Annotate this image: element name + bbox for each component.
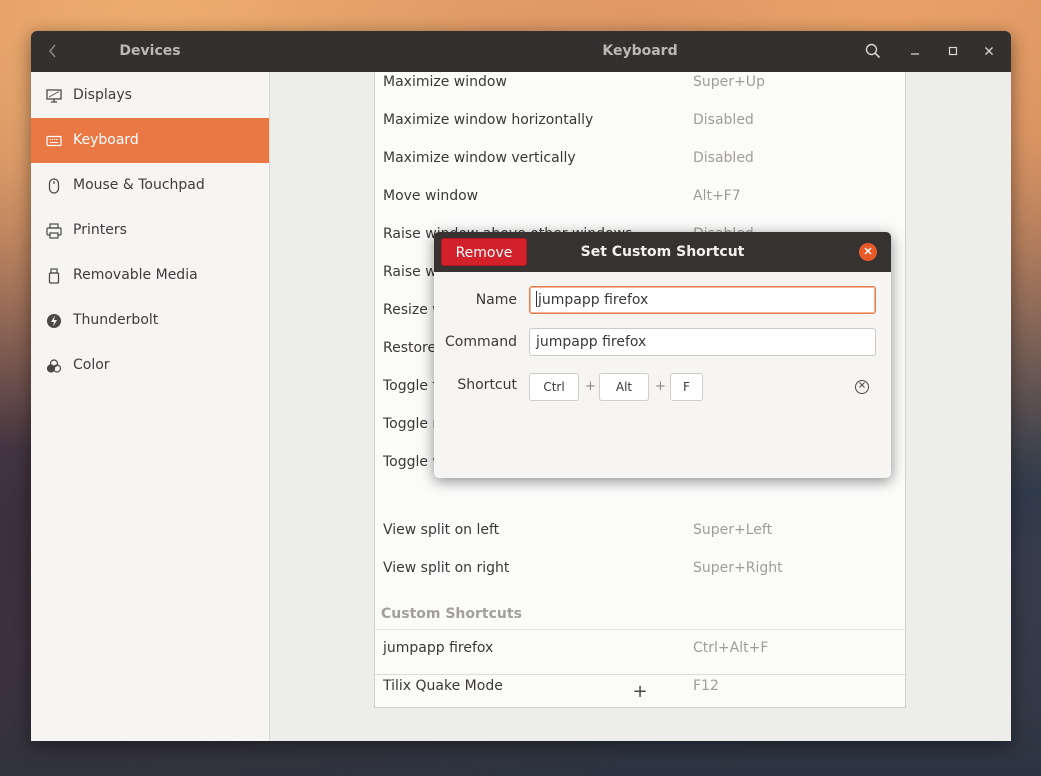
close-icon <box>864 247 872 255</box>
sidebar-item-label: Thunderbolt <box>73 312 159 328</box>
shortcut-accel: Disabled <box>693 150 754 166</box>
shortcut-accel: Alt+F7 <box>693 188 741 204</box>
shortcut-name: View split on left <box>383 522 500 538</box>
minimize-icon <box>911 53 919 55</box>
name-label: Name <box>475 292 517 308</box>
maximize-icon <box>948 46 958 56</box>
dialog-title: Set Custom Shortcut <box>580 244 745 260</box>
shortcut-row[interactable]: Maximize window vertically Disabled <box>375 139 905 177</box>
shortcut-name: Maximize window horizontally <box>383 112 594 128</box>
shortcut-name: Raise w <box>383 264 437 280</box>
shortcut-name: Restore <box>383 340 437 356</box>
shortcut-row[interactable]: Move window Alt+F7 <box>375 177 905 215</box>
shortcut-accel: Super+Left <box>693 522 773 538</box>
removable-media-icon <box>45 253 63 298</box>
name-value: jumpapp firefox <box>538 292 649 308</box>
sidebar-item-label: Printers <box>73 222 127 238</box>
dialog-header: Remove Set Custom Shortcut <box>434 232 891 272</box>
sidebar: Displays Keyboard Mouse & Touchpad Print… <box>31 72 270 741</box>
shortcut-accel: Disabled <box>693 112 754 128</box>
dialog-close-button[interactable] <box>859 243 877 261</box>
shortcut-row[interactable]: View split on right Super+Right <box>375 549 905 587</box>
shortcut-name: jumpapp firefox <box>383 640 494 656</box>
keyboard-icon <box>45 118 63 163</box>
close-button[interactable] <box>977 31 1001 72</box>
text-cursor <box>536 291 537 307</box>
sidebar-item-printers[interactable]: Printers <box>31 208 269 253</box>
name-field[interactable]: jumpapp firefox <box>529 286 876 314</box>
shortcut-key-ctrl[interactable]: Ctrl <box>529 373 579 401</box>
shortcut-accel: Ctrl+Alt+F <box>693 640 769 656</box>
command-label: Command <box>445 334 517 350</box>
mouse-icon <box>45 163 63 208</box>
shortcut-name: Maximize window vertically <box>383 150 576 166</box>
custom-shortcuts-header: Custom Shortcuts <box>381 606 522 622</box>
sidebar-item-removable-media[interactable]: Removable Media <box>31 253 269 298</box>
search-icon <box>865 43 881 59</box>
custom-shortcut-row[interactable]: jumpapp firefox Ctrl+Alt+F <box>375 629 905 667</box>
shortcut-key-alt[interactable]: Alt <box>599 373 649 401</box>
maximize-button[interactable] <box>941 31 965 72</box>
key-separator: + <box>655 379 666 394</box>
shortcut-key-f[interactable]: F <box>670 373 703 401</box>
shortcut-name: Toggle f <box>383 378 438 394</box>
set-custom-shortcut-dialog: Remove Set Custom Shortcut Name jumpapp … <box>434 232 891 478</box>
shortcut-accel: Super+Up <box>693 74 765 90</box>
command-value: jumpapp firefox <box>536 334 647 350</box>
color-icon <box>45 343 63 388</box>
display-icon <box>45 73 63 118</box>
close-icon <box>985 47 993 55</box>
sidebar-item-label: Displays <box>73 87 132 103</box>
printer-icon <box>45 208 63 253</box>
sidebar-item-label: Removable Media <box>73 267 198 283</box>
sidebar-title: Devices <box>119 43 181 59</box>
shortcut-accel: Super+Right <box>693 560 783 576</box>
sidebar-item-mouse-touchpad[interactable]: Mouse & Touchpad <box>31 163 269 208</box>
sidebar-item-keyboard[interactable]: Keyboard <box>31 118 269 163</box>
plus-icon: + <box>632 681 648 702</box>
thunderbolt-icon <box>45 298 63 343</box>
shortcut-row[interactable]: Maximize window Super+Up <box>375 63 905 101</box>
add-shortcut-button[interactable]: + <box>375 674 905 708</box>
key-separator: + <box>585 379 596 394</box>
command-field[interactable]: jumpapp firefox <box>529 328 876 356</box>
shortcut-row[interactable]: View split on left Super+Left <box>375 511 905 549</box>
shortcut-label: Shortcut <box>457 377 517 393</box>
shortcut-name: Move window <box>383 188 479 204</box>
shortcut-name: Maximize window <box>383 74 507 90</box>
sidebar-item-color[interactable]: Color <box>31 343 269 388</box>
minimize-button[interactable] <box>903 31 927 72</box>
sidebar-item-thunderbolt[interactable]: Thunderbolt <box>31 298 269 343</box>
clear-shortcut-icon[interactable] <box>855 380 869 394</box>
shortcut-name: View split on right <box>383 560 510 576</box>
sidebar-item-label: Keyboard <box>73 132 139 148</box>
sidebar-item-displays[interactable]: Displays <box>31 73 269 118</box>
sidebar-item-label: Mouse & Touchpad <box>73 177 205 193</box>
shortcut-row[interactable]: Maximize window horizontally Disabled <box>375 101 905 139</box>
sidebar-item-label: Color <box>73 357 110 373</box>
